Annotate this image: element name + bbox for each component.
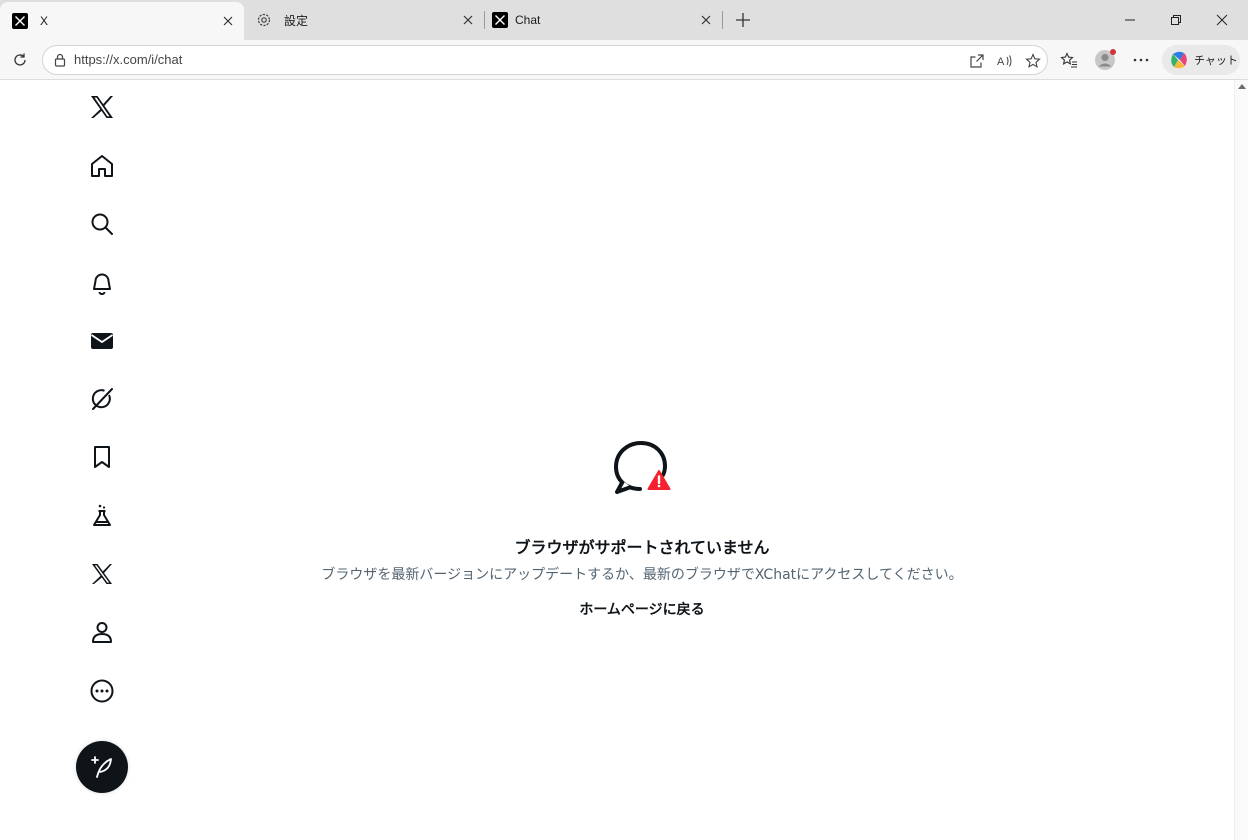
url-text[interactable]: https://x.com/i/chat <box>74 52 182 67</box>
lock-icon[interactable] <box>52 52 68 68</box>
chat-warning-icon <box>613 440 671 494</box>
nav-premium[interactable] <box>84 556 120 592</box>
tab-title: Chat <box>515 13 541 27</box>
copilot-label: チャット <box>1194 54 1238 67</box>
copilot-icon <box>1171 51 1187 69</box>
read-aloud-icon[interactable]: A <box>994 50 1016 72</box>
scroll-up-arrow-icon[interactable] <box>1238 84 1246 89</box>
more-ellipsis-icon <box>90 679 114 703</box>
close-tab-icon[interactable] <box>698 12 714 28</box>
back-to-home-link[interactable]: ホームページに戻る <box>240 599 1044 619</box>
nav-notifications[interactable] <box>84 265 120 301</box>
profile-avatar-icon <box>1095 49 1116 70</box>
x-logo-icon <box>12 13 28 29</box>
search-icon <box>91 213 113 235</box>
error-description: ブラウザを最新バージョンにアップデートするか、最新のブラウザでXChatにアクセ… <box>321 567 963 583</box>
nav-more[interactable] <box>84 673 120 709</box>
nav-jobs[interactable] <box>84 498 120 534</box>
nav-grok[interactable] <box>84 381 120 417</box>
gear-icon <box>256 12 272 28</box>
tab-divider <box>722 11 723 29</box>
open-in-app-icon[interactable] <box>966 50 988 72</box>
compose-post-button[interactable] <box>76 741 128 793</box>
nav-bookmarks[interactable] <box>84 439 120 475</box>
settings-more-button[interactable] <box>1127 46 1155 74</box>
x-logo-icon <box>91 96 113 118</box>
minimize-button[interactable] <box>1107 0 1153 40</box>
premium-x-icon <box>92 564 112 584</box>
close-tab-icon[interactable] <box>460 12 476 28</box>
page-scrollbar[interactable] <box>1234 80 1248 840</box>
grok-icon <box>91 388 113 410</box>
refresh-button[interactable] <box>6 46 34 74</box>
favorites-button[interactable] <box>1055 46 1083 74</box>
plus-icon <box>736 13 750 27</box>
tab-x[interactable]: X <box>0 2 244 40</box>
refresh-icon <box>14 53 26 66</box>
page-content: ブラウザがサポートされていません ブラウザを最新バージョンにアップデートするか、… <box>0 80 1248 840</box>
address-bar[interactable]: https://x.com/i/chat A <box>42 45 1048 75</box>
tab-title: 設定 <box>284 13 309 28</box>
svg-text:A: A <box>997 56 1005 68</box>
new-tab-button[interactable] <box>732 9 754 31</box>
x-logo-icon <box>492 12 508 28</box>
copilot-chat-button[interactable]: チャット <box>1162 45 1240 75</box>
x-home-logo[interactable] <box>84 89 120 125</box>
tab-title: X <box>40 14 49 28</box>
close-icon <box>1216 14 1228 26</box>
jobs-flask-icon <box>93 504 111 526</box>
profile-button[interactable] <box>1091 46 1119 74</box>
browser-tab-bar: X 設定 Chat <box>0 0 1248 40</box>
minimize-icon <box>1125 19 1135 21</box>
browser-toolbar: https://x.com/i/chat A チャット <box>0 40 1248 80</box>
nav-home[interactable] <box>84 148 120 184</box>
nav-profile[interactable] <box>84 614 120 650</box>
compose-feather-icon <box>91 756 112 778</box>
notifications-bell-icon <box>93 273 111 295</box>
bookmark-icon <box>94 446 110 468</box>
close-tab-icon[interactable] <box>220 13 236 29</box>
messages-envelope-icon <box>91 333 113 349</box>
restore-button[interactable] <box>1153 0 1199 40</box>
ellipsis-icon <box>1133 58 1149 62</box>
home-icon <box>91 155 113 177</box>
nav-messages[interactable] <box>84 323 120 359</box>
restore-icon <box>1171 15 1181 25</box>
favorite-star-icon[interactable] <box>1022 50 1044 72</box>
unsupported-browser-panel: ブラウザがサポートされていません ブラウザを最新バージョンにアップデートするか、… <box>240 80 1044 840</box>
tab-settings[interactable]: 設定 <box>244 0 484 40</box>
profile-person-icon <box>92 622 112 643</box>
error-title: ブラウザがサポートされていません <box>514 538 770 557</box>
close-window-button[interactable] <box>1199 0 1245 40</box>
tab-chat[interactable]: Chat <box>484 0 722 40</box>
nav-explore[interactable] <box>84 206 120 242</box>
favorites-list-icon <box>1060 52 1077 68</box>
